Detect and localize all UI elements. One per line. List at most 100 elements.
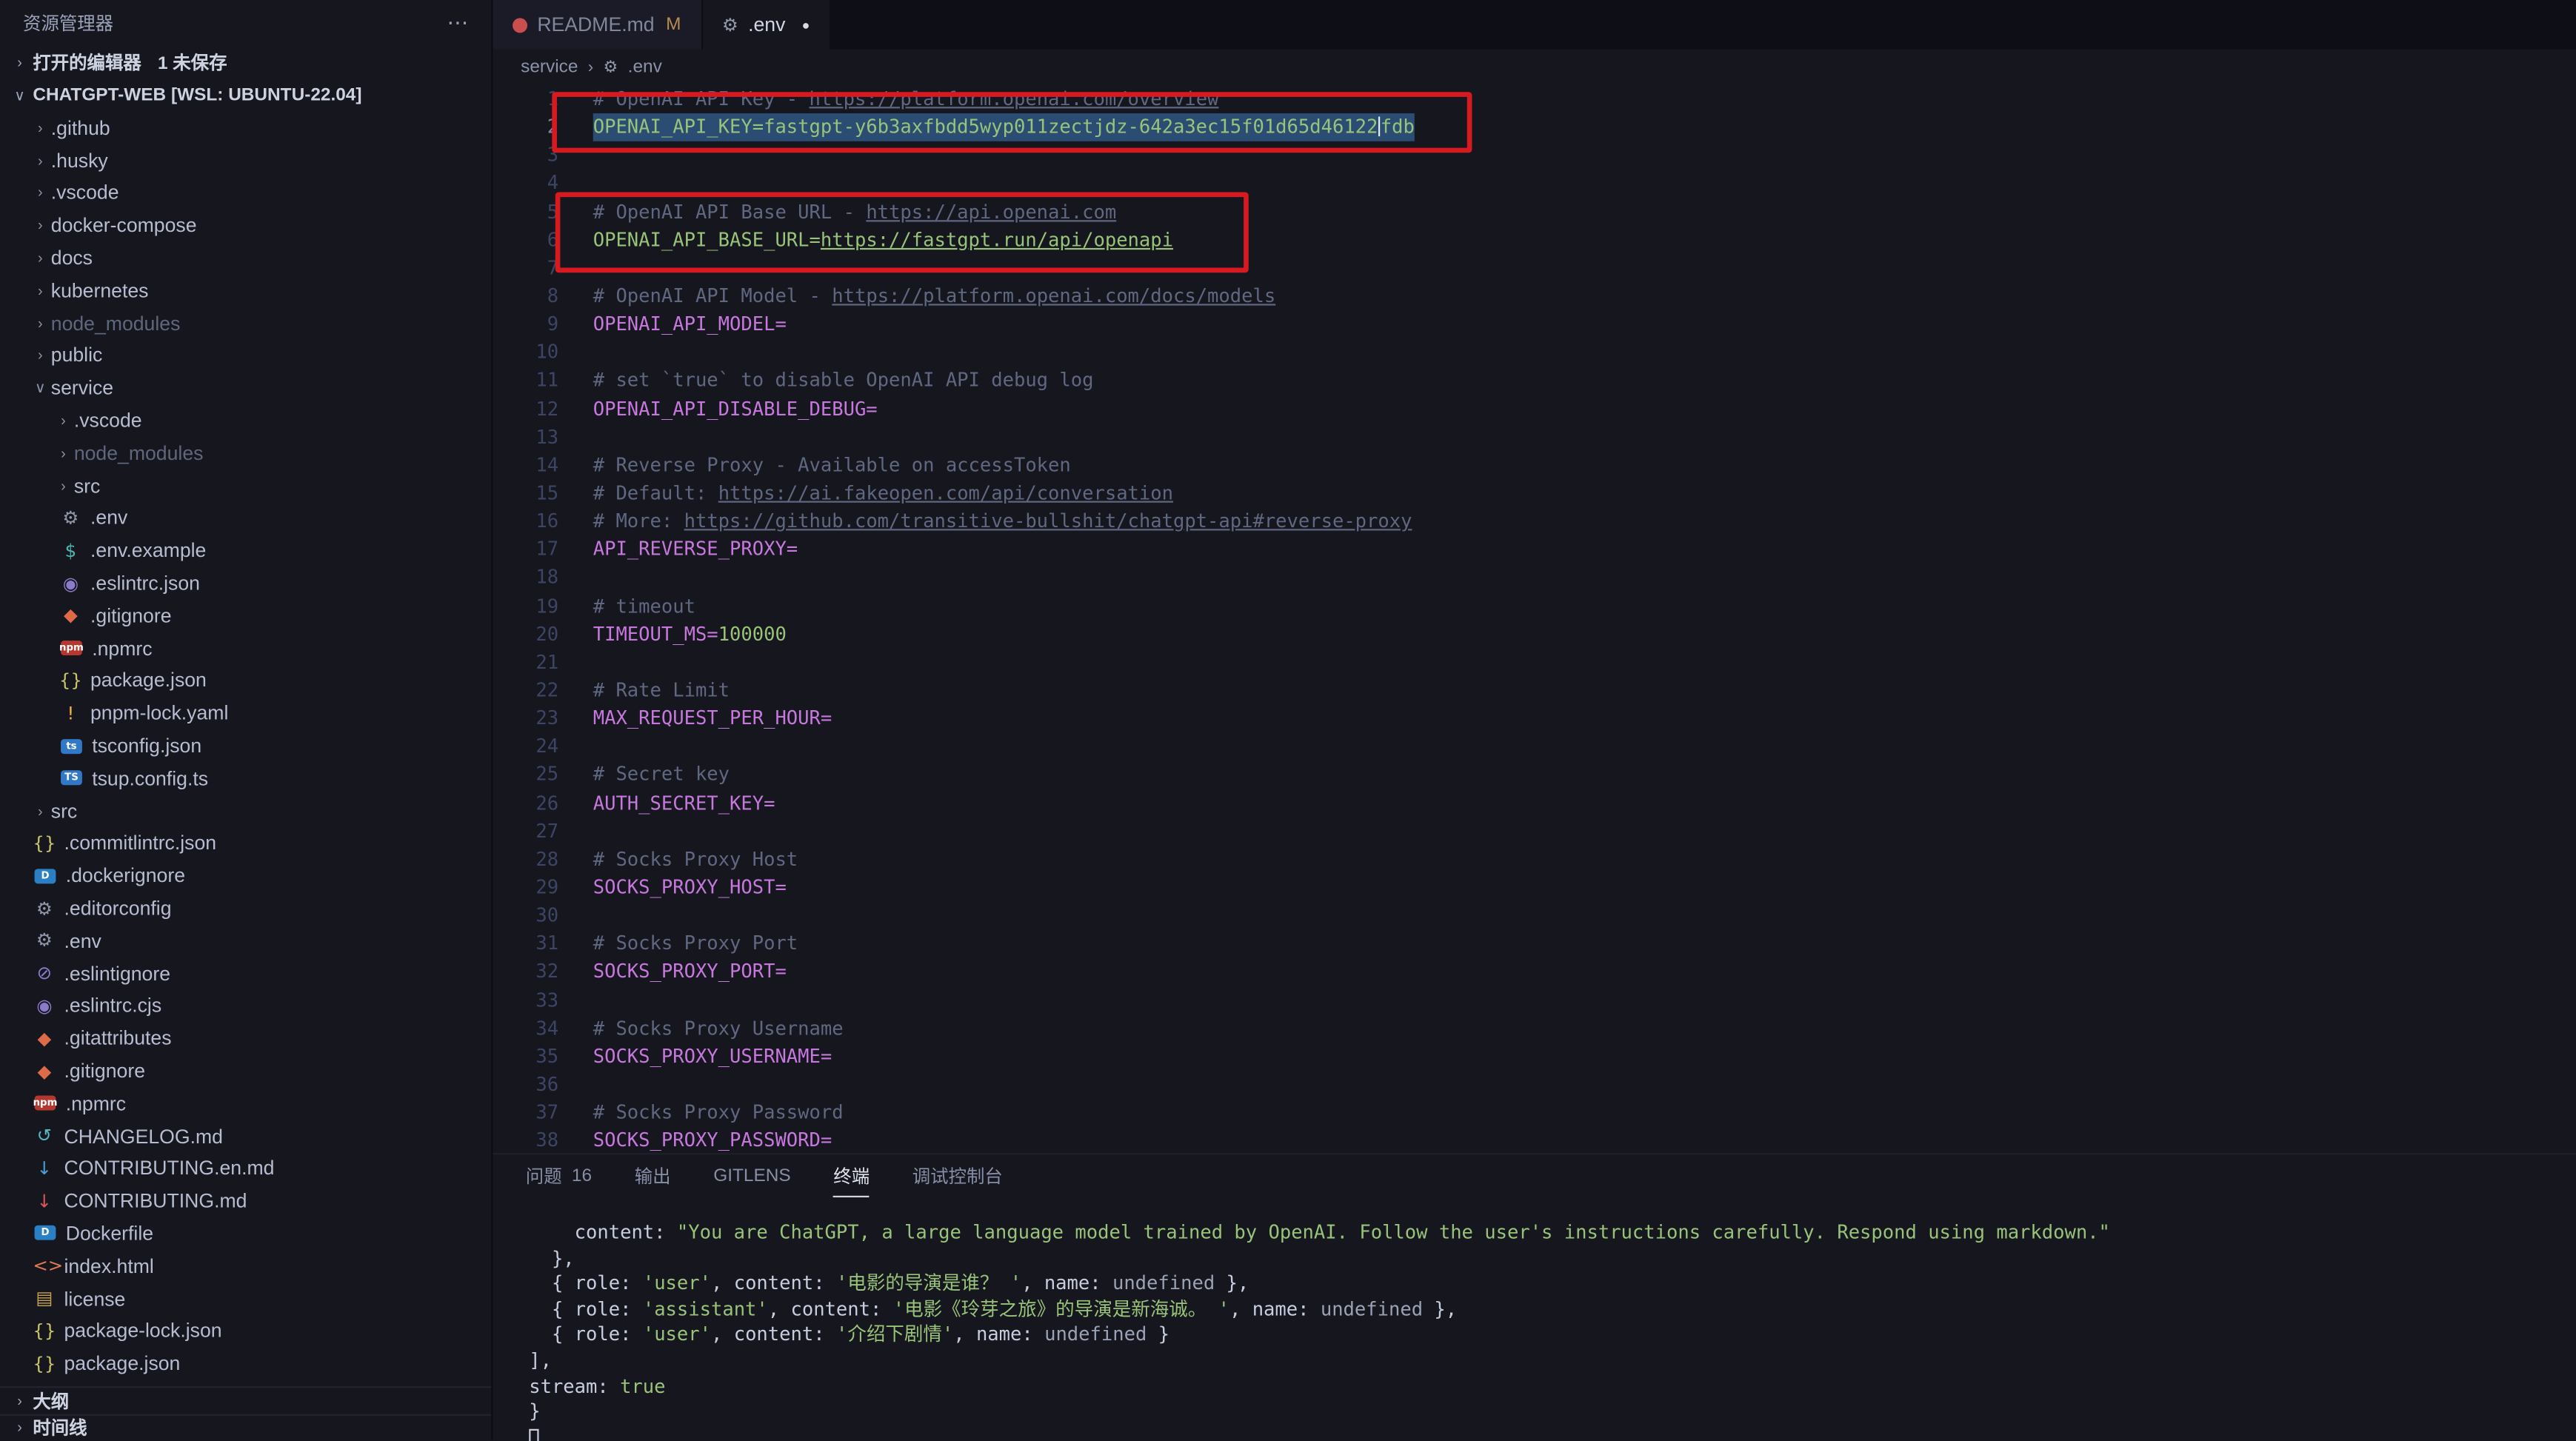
code-line-18[interactable]: 18 [493, 564, 2576, 592]
code-line-2[interactable]: 2OPENAI_API_KEY=fastgpt-y6b3axfbdd5wyp01… [493, 113, 2576, 141]
code-line-1[interactable]: 1# OpenAI API Key - https://platform.ope… [493, 85, 2576, 113]
code-line-32[interactable]: 32SOCKS_PROXY_PORT= [493, 958, 2576, 986]
code-line-29[interactable]: 29SOCKS_PROXY_HOST= [493, 874, 2576, 902]
tree-file-license[interactable]: ▤license [0, 1283, 491, 1315]
tree-folder-.vscode[interactable]: ›.vscode [0, 404, 491, 437]
tree-file-.eslintignore[interactable]: ⊘.eslintignore [0, 957, 491, 990]
tree-folder-.github[interactable]: ›.github [0, 112, 491, 144]
tree-folder-service[interactable]: ∨service [0, 372, 491, 404]
code-line-28[interactable]: 28# Socks Proxy Host [493, 846, 2576, 874]
breadcrumb-file[interactable]: .env [628, 58, 662, 78]
tree-file-tsup.config.ts[interactable]: TStsup.config.ts [0, 762, 491, 795]
code-editor[interactable]: 1# OpenAI API Key - https://platform.ope… [493, 85, 2576, 1153]
code-line-14[interactable]: 14# Reverse Proxy - Available on accessT… [493, 452, 2576, 480]
tree-file-.env[interactable]: ⚙.env [0, 502, 491, 535]
panel-tab-输出[interactable]: 输出 [635, 1154, 671, 1197]
tree-file-.npmrc[interactable]: npm.npmrc [0, 1087, 491, 1120]
tree-folder-public[interactable]: ›public [0, 339, 491, 372]
tree-file-tsconfig.json[interactable]: tstsconfig.json [0, 729, 491, 762]
code-line-38[interactable]: 38SOCKS_PROXY_PASSWORD= [493, 1127, 2576, 1153]
tree-file-Dockerfile[interactable]: DDockerfile [0, 1217, 491, 1250]
tree-folder-docker-compose[interactable]: ›docker-compose [0, 210, 491, 242]
code-line-35[interactable]: 35SOCKS_PROXY_USERNAME= [493, 1043, 2576, 1071]
code-line-24[interactable]: 24 [493, 733, 2576, 761]
panel-tab-问题[interactable]: 问题16 [526, 1154, 592, 1197]
code-line-5[interactable]: 5# OpenAI API Base URL - https://api.ope… [493, 198, 2576, 226]
more-actions-icon[interactable]: ⋯ [447, 10, 468, 36]
code-line-7[interactable]: 7 [493, 254, 2576, 282]
tree-file-CHANGELOG.md[interactable]: ↺CHANGELOG.md [0, 1120, 491, 1152]
panel-tab-调试控制台[interactable]: 调试控制台 [912, 1154, 1003, 1197]
tree-folder-docs[interactable]: ›docs [0, 241, 491, 274]
tree-file-.gitignore[interactable]: ◆.gitignore [0, 600, 491, 632]
outline-section[interactable]: › 大纲 [0, 1386, 491, 1414]
code-line-31[interactable]: 31# Socks Proxy Port [493, 930, 2576, 958]
code-line-22[interactable]: 22# Rate Limit [493, 677, 2576, 705]
panel-tab-终端[interactable]: 终端 [833, 1154, 870, 1197]
terminal-token: { role: [529, 1297, 643, 1320]
tree-file-.env[interactable]: ⚙.env [0, 925, 491, 957]
code-line-9[interactable]: 9OPENAI_API_MODEL= [493, 311, 2576, 339]
code-line-21[interactable]: 21 [493, 649, 2576, 677]
code-line-8[interactable]: 8# OpenAI API Model - https://platform.o… [493, 282, 2576, 310]
workspace-root-section[interactable]: ∨ CHATGPT-WEB [WSL: UBUNTU-22.04] [0, 78, 491, 111]
tree-folder-kubernetes[interactable]: ›kubernetes [0, 274, 491, 307]
tree-file-.env.example[interactable]: $.env.example [0, 535, 491, 567]
code-line-34[interactable]: 34# Socks Proxy Username [493, 1014, 2576, 1043]
code-line-33[interactable]: 33 [493, 986, 2576, 1014]
open-editors-section[interactable]: › 打开的编辑器 1 未保存 [0, 46, 491, 78]
tree-file-.gitignore[interactable]: ◆.gitignore [0, 1054, 491, 1087]
tree-file-CONTRIBUTING.en.md[interactable]: ↓CONTRIBUTING.en.md [0, 1152, 491, 1185]
tree-file-index.html[interactable]: <>index.html [0, 1250, 491, 1283]
tree-folder-src[interactable]: ›src [0, 469, 491, 502]
tab-README.md[interactable]: README.mdM [493, 0, 702, 50]
tree-file-package.json[interactable]: {}package.json [0, 1347, 491, 1380]
code-line-20[interactable]: 20TIMEOUT_MS=100000 [493, 621, 2576, 649]
tree-file-package.json[interactable]: {}package.json [0, 664, 491, 697]
tree-folder-.vscode[interactable]: ›.vscode [0, 177, 491, 210]
tree-file-.eslintrc.cjs[interactable]: ◉.eslintrc.cjs [0, 989, 491, 1022]
code-line-3[interactable]: 3 [493, 141, 2576, 170]
terminal[interactable]: content: "You are ChatGPT, a large langu… [493, 1197, 2576, 1441]
code-line-19[interactable]: 19# timeout [493, 592, 2576, 621]
tree-folder-node_modules[interactable]: ›node_modules [0, 307, 491, 339]
file-label: license [64, 1287, 126, 1310]
tree-file-.npmrc[interactable]: npm.npmrc [0, 632, 491, 664]
code-line-23[interactable]: 23MAX_REQUEST_PER_HOUR= [493, 705, 2576, 733]
code-line-16[interactable]: 16# More: https://github.com/transitive-… [493, 508, 2576, 536]
tab-.env[interactable]: ⚙.env● [702, 0, 831, 50]
code-line-30[interactable]: 30 [493, 902, 2576, 930]
code-line-10[interactable]: 10 [493, 339, 2576, 367]
tree-file-package-lock.json[interactable]: {}package-lock.json [0, 1315, 491, 1348]
breadcrumb-folder[interactable]: service [521, 58, 578, 78]
tree-folder-.husky[interactable]: ›.husky [0, 144, 491, 177]
timeline-section[interactable]: › 时间线 [0, 1414, 491, 1441]
code-line-15[interactable]: 15# Default: https://ai.fakeopen.com/api… [493, 480, 2576, 508]
tree-file-.gitattributes[interactable]: ◆.gitattributes [0, 1022, 491, 1054]
panel-tab-GITLENS[interactable]: GITLENS [713, 1154, 790, 1197]
tree-file-.eslintrc.json[interactable]: ◉.eslintrc.json [0, 567, 491, 600]
tree-file-pnpm-lock.yaml[interactable]: !pnpm-lock.yaml [0, 697, 491, 729]
code-line-25[interactable]: 25# Secret key [493, 761, 2576, 789]
token: # Default: [593, 481, 718, 504]
code-line-26[interactable]: 26AUTH_SECRET_KEY= [493, 789, 2576, 818]
code-line-36[interactable]: 36 [493, 1071, 2576, 1099]
file-label: .env.example [90, 539, 206, 562]
code-line-27[interactable]: 27 [493, 818, 2576, 846]
code-line-37[interactable]: 37# Socks Proxy Password [493, 1099, 2576, 1127]
tree-file-CONTRIBUTING.md[interactable]: ↓CONTRIBUTING.md [0, 1185, 491, 1217]
line-number: 21 [493, 649, 558, 677]
tree-file-.editorconfig[interactable]: ⚙.editorconfig [0, 892, 491, 925]
tree-file-.commitlintrc.json[interactable]: {}.commitlintrc.json [0, 827, 491, 860]
line-number: 38 [493, 1127, 558, 1153]
tree-folder-src[interactable]: ›src [0, 795, 491, 827]
tree-file-.dockerignore[interactable]: D.dockerignore [0, 860, 491, 892]
line-text: # OpenAI API Model - https://platform.op… [593, 282, 1275, 310]
code-line-11[interactable]: 11# set `true` to disable OpenAI API deb… [493, 367, 2576, 395]
code-line-12[interactable]: 12OPENAI_API_DISABLE_DEBUG= [493, 395, 2576, 424]
code-line-17[interactable]: 17API_REVERSE_PROXY= [493, 536, 2576, 564]
code-line-4[interactable]: 4 [493, 170, 2576, 198]
code-line-13[interactable]: 13 [493, 424, 2576, 452]
code-line-6[interactable]: 6OPENAI_API_BASE_URL=https://fastgpt.run… [493, 226, 2576, 254]
tree-folder-node_modules[interactable]: ›node_modules [0, 437, 491, 469]
